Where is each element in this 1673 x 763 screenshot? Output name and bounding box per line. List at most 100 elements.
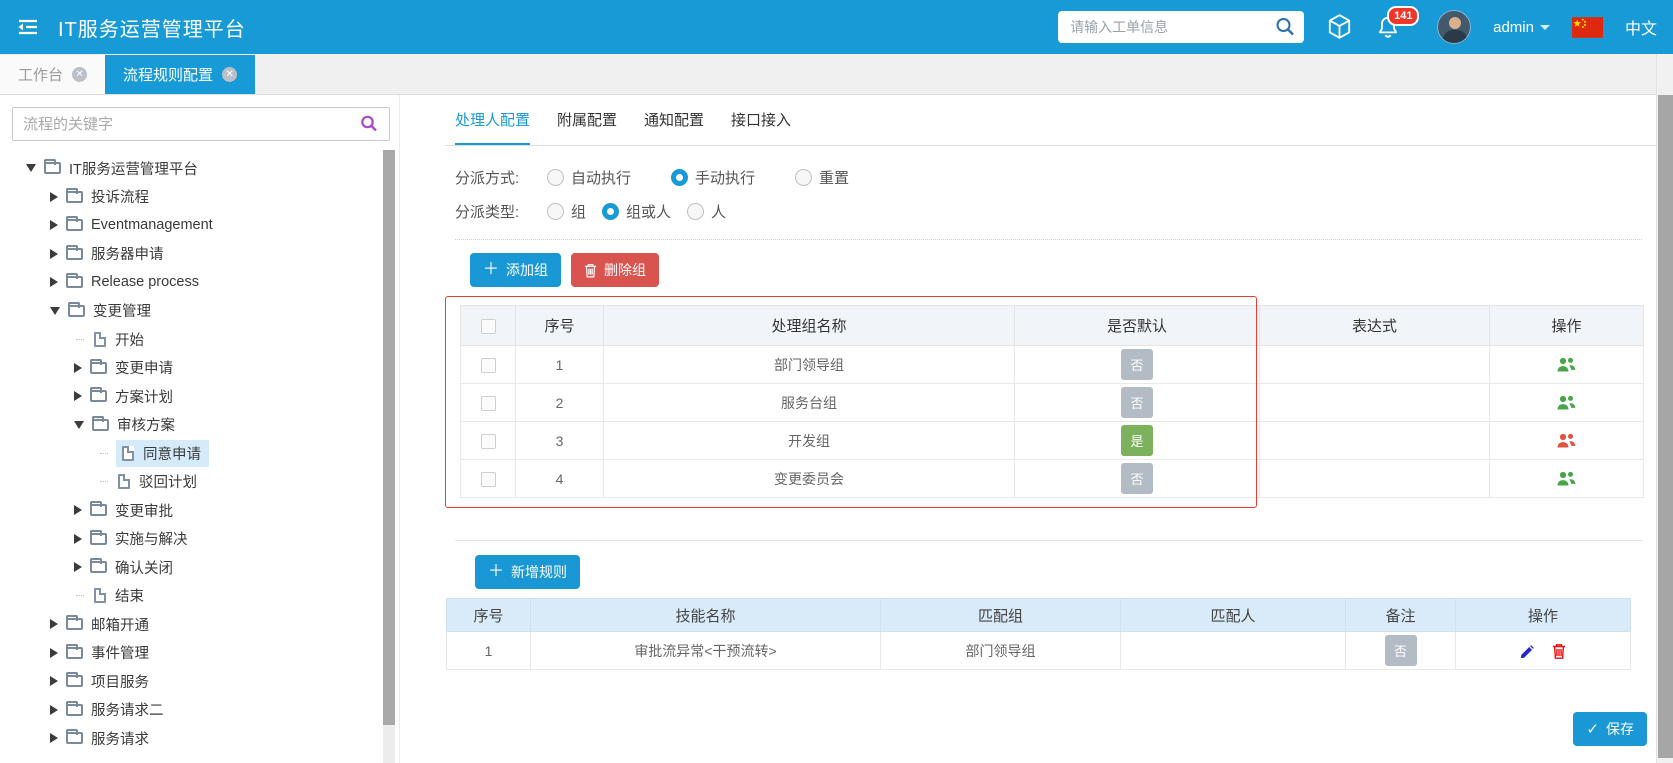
caret-right-icon[interactable]: [50, 192, 58, 202]
close-icon[interactable]: ✕: [72, 67, 87, 82]
notifications-bell-icon[interactable]: 141: [1375, 14, 1401, 41]
avatar[interactable]: [1437, 10, 1471, 44]
group-table-wrap: 序号 处理组名称 是否默认 表达式 操作 1 部门领导组 否: [445, 305, 1656, 498]
default-badge[interactable]: 否: [1121, 387, 1153, 418]
radio-icon[interactable]: [547, 169, 564, 186]
tab-handler-config[interactable]: 处理人配置: [455, 95, 530, 145]
delete-group-button[interactable]: 删除组: [571, 253, 659, 287]
row-checkbox[interactable]: [481, 472, 496, 487]
radio-person[interactable]: 人: [687, 201, 726, 222]
add-rule-button[interactable]: ＋新增规则: [475, 555, 580, 589]
caret-right-icon[interactable]: [50, 277, 58, 287]
caret-down-icon[interactable]: [50, 307, 60, 315]
users-icon[interactable]: [1556, 394, 1577, 411]
tree-item[interactable]: 审核方案: [12, 411, 399, 440]
caret-right-icon[interactable]: [74, 562, 82, 572]
radio-icon[interactable]: [687, 203, 704, 220]
row-checkbox[interactable]: [481, 396, 496, 411]
folder-icon: [66, 248, 83, 260]
tree-item[interactable]: 邮箱开通: [12, 610, 399, 639]
col-header-actions: 操作: [1490, 306, 1644, 346]
tree-search-input[interactable]: [23, 116, 359, 133]
users-icon[interactable]: [1556, 432, 1577, 449]
save-button[interactable]: ✓保存: [1573, 712, 1647, 746]
tree-item-selected[interactable]: 同意申请: [12, 439, 399, 468]
tree-item[interactable]: 变更审批: [12, 496, 399, 525]
caret-right-icon[interactable]: [50, 733, 58, 743]
search-icon[interactable]: [359, 114, 379, 134]
radio-group[interactable]: 组: [547, 201, 586, 222]
scrollbar-thumb[interactable]: [383, 150, 395, 725]
tree-item[interactable]: 开始: [12, 325, 399, 354]
caret-right-icon[interactable]: [74, 363, 82, 373]
tree-item[interactable]: IT服务运营管理平台: [12, 154, 399, 183]
scrollbar-thumb[interactable]: [1658, 95, 1673, 758]
radio-group-or-person[interactable]: 组或人: [602, 201, 671, 222]
radio-reset[interactable]: 重置: [795, 167, 849, 188]
row-checkbox[interactable]: [481, 358, 496, 373]
radio-icon[interactable]: [795, 169, 812, 186]
caret-right-icon[interactable]: [50, 619, 58, 629]
tree-item[interactable]: 方案计划: [12, 382, 399, 411]
radio-selected-icon[interactable]: [602, 203, 619, 220]
group-name: 服务台组: [604, 384, 1015, 422]
tab-process-rule-config[interactable]: 流程规则配置 ✕: [105, 55, 255, 94]
remark-badge[interactable]: 否: [1385, 635, 1417, 666]
tree-item[interactable]: Release process: [12, 268, 399, 297]
global-search-input[interactable]: [1070, 19, 1270, 35]
caret-right-icon[interactable]: [74, 391, 82, 401]
caret-right-icon[interactable]: [50, 220, 58, 230]
sidebar-scrollbar[interactable]: [383, 150, 395, 763]
default-badge[interactable]: 否: [1121, 463, 1153, 494]
tree-item[interactable]: 变更管理: [12, 297, 399, 326]
select-all-checkbox[interactable]: [481, 319, 496, 334]
caret-right-icon[interactable]: [74, 505, 82, 515]
menu-fold-icon[interactable]: [16, 17, 40, 37]
tab-workbench[interactable]: 工作台 ✕: [0, 55, 105, 94]
tree-item[interactable]: 项目服务: [12, 667, 399, 696]
edit-icon[interactable]: [1520, 644, 1535, 659]
tab-label: 流程规则配置: [123, 64, 213, 85]
radio-icon[interactable]: [547, 203, 564, 220]
tab-interface-access[interactable]: 接口接入: [731, 95, 791, 145]
caret-right-icon[interactable]: [50, 648, 58, 658]
user-menu[interactable]: admin: [1493, 19, 1550, 36]
tree-item[interactable]: 结束: [12, 582, 399, 611]
caret-right-icon[interactable]: [74, 534, 82, 544]
cube-icon[interactable]: [1326, 13, 1353, 41]
users-icon[interactable]: [1556, 356, 1577, 373]
tab-notify-config[interactable]: 通知配置: [644, 95, 704, 145]
tree-item[interactable]: 驳回计划: [12, 468, 399, 497]
tree-item[interactable]: 投诉流程: [12, 183, 399, 212]
caret-right-icon[interactable]: [50, 676, 58, 686]
tree-item[interactable]: 服务请求二: [12, 696, 399, 725]
global-search: [1058, 11, 1304, 43]
delete-icon[interactable]: [1552, 643, 1566, 659]
default-badge[interactable]: 否: [1121, 349, 1153, 380]
tree-item[interactable]: 事件管理: [12, 639, 399, 668]
default-badge[interactable]: 是: [1121, 425, 1153, 456]
tree-item[interactable]: 服务请求: [12, 724, 399, 753]
add-group-button[interactable]: ＋添加组: [470, 253, 561, 287]
caret-right-icon[interactable]: [50, 705, 58, 715]
caret-down-icon[interactable]: [26, 164, 36, 172]
language-switch[interactable]: 中文: [1625, 15, 1657, 39]
search-icon[interactable]: [1274, 16, 1296, 41]
page-scrollbar[interactable]: [1656, 54, 1673, 763]
tree-item[interactable]: 服务器申请: [12, 240, 399, 269]
folder-icon: [90, 362, 107, 374]
radio-manual-execute[interactable]: 手动执行: [671, 167, 755, 188]
close-icon[interactable]: ✕: [222, 67, 237, 82]
users-icon[interactable]: [1556, 470, 1577, 487]
tree-item[interactable]: Eventmanagement: [12, 211, 399, 240]
tab-attachment-config[interactable]: 附属配置: [557, 95, 617, 145]
caret-right-icon[interactable]: [50, 249, 58, 259]
radio-selected-icon[interactable]: [671, 169, 688, 186]
flag-icon[interactable]: [1572, 17, 1603, 38]
radio-auto-execute[interactable]: 自动执行: [547, 167, 631, 188]
row-checkbox[interactable]: [481, 434, 496, 449]
tree-item[interactable]: 实施与解决: [12, 525, 399, 554]
tree-item[interactable]: 确认关闭: [12, 553, 399, 582]
caret-down-icon[interactable]: [74, 421, 84, 429]
tree-item[interactable]: 变更申请: [12, 354, 399, 383]
